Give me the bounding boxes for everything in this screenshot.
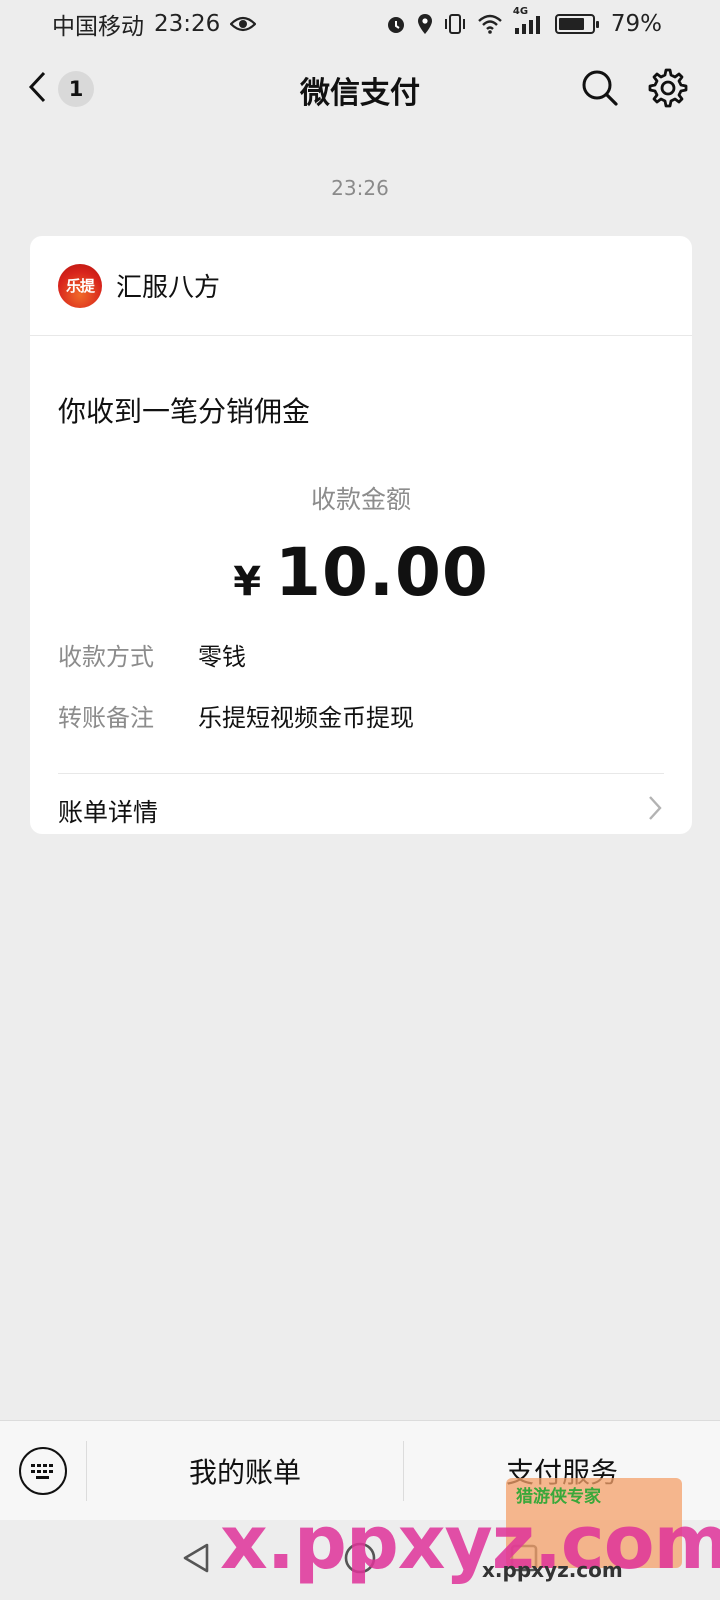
status-left: 中国移动 23:26	[52, 7, 257, 41]
amount-label: 收款金额	[310, 485, 411, 514]
detail-value: 乐提短视频金币提现	[198, 704, 414, 732]
gear-icon	[646, 68, 690, 114]
vibrate-icon	[443, 13, 467, 35]
battery-percent: 79%	[610, 11, 662, 37]
status-time: 23:26	[154, 11, 221, 37]
amount-value: 10.00	[275, 534, 489, 611]
currency-symbol: ¥	[233, 559, 262, 605]
detail-row-remark: 转账备注 乐提短视频金币提现	[58, 698, 664, 733]
wifi-icon	[477, 14, 503, 34]
my-bills-menu[interactable]: 我的账单	[87, 1421, 403, 1521]
home-circle-icon[interactable]	[343, 1541, 377, 1579]
merchant-name: 汇服八方	[116, 273, 221, 303]
amount: ¥ 10.00	[58, 534, 664, 611]
detail-value: 零钱	[198, 643, 246, 671]
card-header[interactable]: 乐提 汇服八方	[30, 236, 692, 336]
signal-icon: 4G	[513, 6, 541, 34]
network-type: 4G	[512, 6, 529, 17]
merchant-logo: 乐提	[58, 263, 102, 308]
location-icon	[417, 13, 433, 35]
bottom-menu-bar: 我的账单 支付服务	[0, 1420, 720, 1520]
bill-details-link[interactable]: 账单详情	[58, 774, 664, 834]
status-bar: 中国移动 23:26 4G 79%	[0, 0, 720, 48]
status-right: 4G 79%	[385, 6, 662, 37]
payment-services-menu[interactable]: 支付服务	[404, 1421, 720, 1521]
search-icon	[578, 70, 622, 114]
keyboard-icon	[19, 1446, 67, 1495]
chevron-right-icon	[646, 794, 664, 828]
payment-message-card[interactable]: 乐提 汇服八方 你收到一笔分销佣金 收款金额 ¥ 10.00 收款方式 零钱 转…	[30, 236, 692, 834]
alarm-icon	[385, 13, 407, 35]
back-triangle-icon[interactable]	[179, 1541, 213, 1579]
system-navigation	[0, 1520, 720, 1600]
search-button[interactable]	[578, 66, 622, 110]
detail-label: 收款方式	[58, 643, 154, 671]
card-body: 你收到一笔分销佣金 收款金额 ¥ 10.00 收款方式 零钱 转账备注 乐提短视…	[30, 390, 692, 834]
message-title: 你收到一笔分销佣金	[58, 395, 311, 428]
battery-icon	[554, 14, 599, 34]
keyboard-toggle-button[interactable]	[0, 1421, 86, 1521]
message-timestamp: 23:26	[331, 176, 389, 200]
detail-label: 转账备注	[58, 704, 154, 732]
settings-button[interactable]	[646, 66, 690, 110]
bill-details-label: 账单详情	[58, 798, 159, 827]
detail-row-payment-method: 收款方式 零钱	[58, 637, 664, 672]
recents-square-icon[interactable]	[507, 1541, 541, 1579]
nav-bar: 1 微信支付	[0, 48, 720, 130]
eye-icon	[230, 15, 257, 33]
carrier-label: 中国移动	[52, 14, 144, 40]
